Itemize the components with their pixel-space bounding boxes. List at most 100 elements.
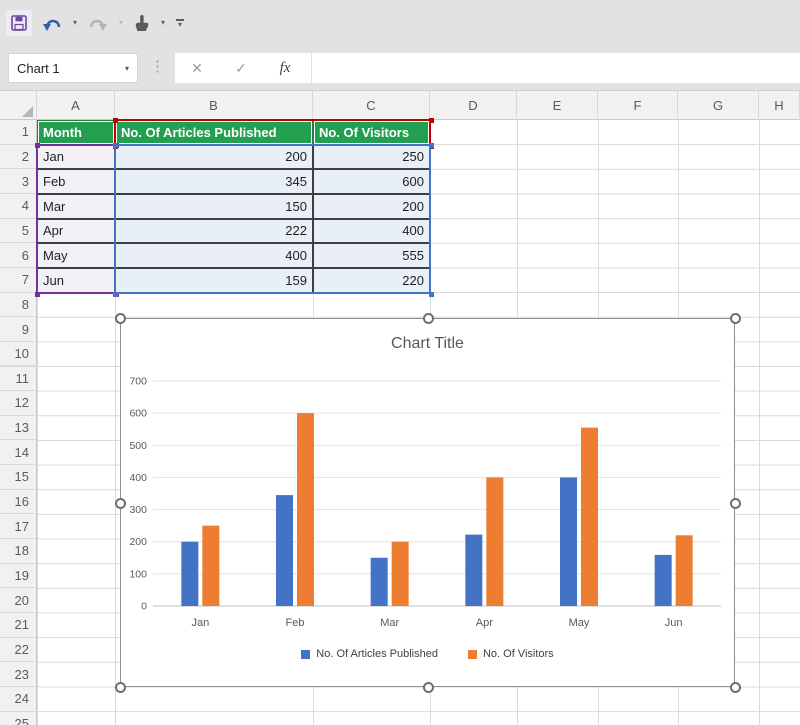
chart-resize-handle-1[interactable] [422,313,434,324]
row-header-1[interactable]: 1 [0,120,37,145]
row-header-18[interactable]: 18 [0,539,37,564]
cell-visitors[interactable]: 200 [313,193,430,219]
worksheet[interactable]: ABCDEFGH 1 2 3 4 5 6 7 8 9 10 11 12 13 14 15 16 17 18 19 20… [0,91,800,725]
chart-resize-handle-3[interactable] [115,497,126,509]
cell-visitors[interactable]: 250 [313,144,430,170]
row-header-20[interactable]: 20 [0,588,37,613]
bar-May-s0[interactable] [560,477,577,606]
insert-function-button[interactable]: fx [263,60,307,77]
cell-month[interactable]: Jan [37,144,115,170]
column-header-D[interactable]: D [430,91,517,120]
row-header-11[interactable]: 11 [0,366,37,392]
cell-visitors[interactable]: 555 [313,243,430,268]
row-header-7[interactable]: 7 [0,267,37,293]
row-header-5[interactable]: 5 [0,218,37,244]
cell-month[interactable]: Feb [37,169,115,194]
redo-button[interactable] [85,10,111,36]
redo-dropdown-caret[interactable]: ▾ [118,19,124,27]
table-header-cell[interactable]: Month [37,120,115,145]
row-header-3[interactable]: 3 [0,169,37,194]
row-header-13[interactable]: 13 [0,415,37,441]
row-header-14[interactable]: 14 [0,440,37,466]
cell-articles[interactable]: 200 [115,144,313,170]
cell-articles[interactable]: 222 [115,218,313,244]
row-header-6[interactable]: 6 [0,243,37,268]
cell-visitors[interactable]: 220 [313,267,430,293]
row-header-23[interactable]: 23 [0,662,37,687]
legend-label: No. Of Visitors [482,648,554,660]
row-header-21[interactable]: 21 [0,613,37,638]
customize-toolbar-button[interactable]: ▾ [173,19,187,29]
chart-resize-handle-7[interactable] [730,682,741,693]
bar-Feb-s1[interactable] [297,413,314,606]
cell-month[interactable]: Jun [37,267,115,293]
cell-month[interactable]: Mar [37,193,115,219]
column-header-C[interactable]: C [313,91,430,120]
save-button[interactable] [6,10,32,36]
x-axis-label: Apr [476,617,493,629]
cancel-button[interactable]: ✕ [175,60,219,77]
row-header-4[interactable]: 4 [0,193,37,219]
chart-resize-handle-4[interactable] [730,497,741,509]
column-header-G[interactable]: G [678,91,759,120]
cell-month[interactable]: May [37,243,115,268]
legend-item-1[interactable]: No. Of Visitors [467,648,554,660]
bar-Jun-s0[interactable] [654,554,672,606]
bar-chart-plot[interactable]: 0 100 200 300 400 500 600 700 Jan Feb Mar Apr May Jun [121,319,736,639]
row-header-2[interactable]: 2 [0,144,37,170]
touch-mode-dropdown-caret[interactable]: ▾ [160,19,166,27]
bar-Jun-s1[interactable] [675,535,693,606]
cell-articles[interactable]: 150 [115,193,313,219]
formula-input[interactable] [312,53,800,83]
cell-month[interactable]: Apr [37,218,115,244]
bar-Jan-s0[interactable] [181,541,199,606]
row-header-17[interactable]: 17 [0,514,37,540]
undo-dropdown-caret[interactable]: ▾ [72,19,78,27]
formula-bar-resize-handle[interactable]: ⋮ [150,57,165,75]
bar-Mar-s1[interactable] [391,541,409,606]
x-axis-label: May [569,617,590,629]
row-header-9[interactable]: 9 [0,317,37,342]
select-all-button[interactable] [0,91,37,120]
row-header-19[interactable]: 19 [0,563,37,589]
chart-resize-handle-5[interactable] [115,682,126,693]
column-header-H[interactable]: H [759,91,800,120]
bar-Apr-s1[interactable] [486,477,504,606]
name-box-dropdown-icon[interactable]: ▾ [125,64,129,73]
bar-Feb-s0[interactable] [276,495,293,606]
row-header-8[interactable]: 8 [0,292,37,318]
chart-resize-handle-0[interactable] [115,313,126,324]
column-header-A[interactable]: A [37,91,115,120]
row-header-10[interactable]: 10 [0,341,37,367]
column-header-F[interactable]: F [598,91,678,120]
chart-resize-handle-2[interactable] [730,313,741,324]
table-header-cell[interactable]: No. Of Articles Published [115,120,313,145]
cell-articles[interactable]: 159 [115,267,313,293]
chart-legend[interactable]: No. Of Articles Published No. Of Visitors [121,648,734,660]
row-header-16[interactable]: 16 [0,489,37,515]
chart-object[interactable]: Chart Title 0 100 200 300 400 500 600 700 Jan Feb… [115,313,741,693]
column-header-B[interactable]: B [115,91,313,120]
cell-visitors[interactable]: 600 [313,169,430,194]
chart-resize-handle-6[interactable] [422,682,434,693]
y-axis-tick-label: 0 [141,601,147,613]
table-header-cell[interactable]: No. Of Visitors [313,120,430,145]
cell-articles[interactable]: 400 [115,243,313,268]
row-header-25[interactable]: 25 [0,711,37,725]
row-header-24[interactable]: 24 [0,686,37,712]
bar-Jan-s1[interactable] [202,525,220,606]
column-header-E[interactable]: E [517,91,598,120]
bar-May-s1[interactable] [581,427,598,606]
cell-articles[interactable]: 345 [115,169,313,194]
bar-Mar-s0[interactable] [370,557,388,606]
cell-visitors[interactable]: 400 [313,218,430,244]
bar-Apr-s0[interactable] [465,534,483,606]
name-box[interactable]: Chart 1 ▾ [8,53,138,83]
legend-item-0[interactable]: No. Of Articles Published [301,648,438,660]
enter-button[interactable]: ✓ [219,60,263,77]
row-header-22[interactable]: 22 [0,637,37,663]
row-header-15[interactable]: 15 [0,465,37,490]
undo-button[interactable] [39,10,65,36]
row-header-12[interactable]: 12 [0,391,37,416]
touch-mode-button[interactable] [131,10,153,36]
